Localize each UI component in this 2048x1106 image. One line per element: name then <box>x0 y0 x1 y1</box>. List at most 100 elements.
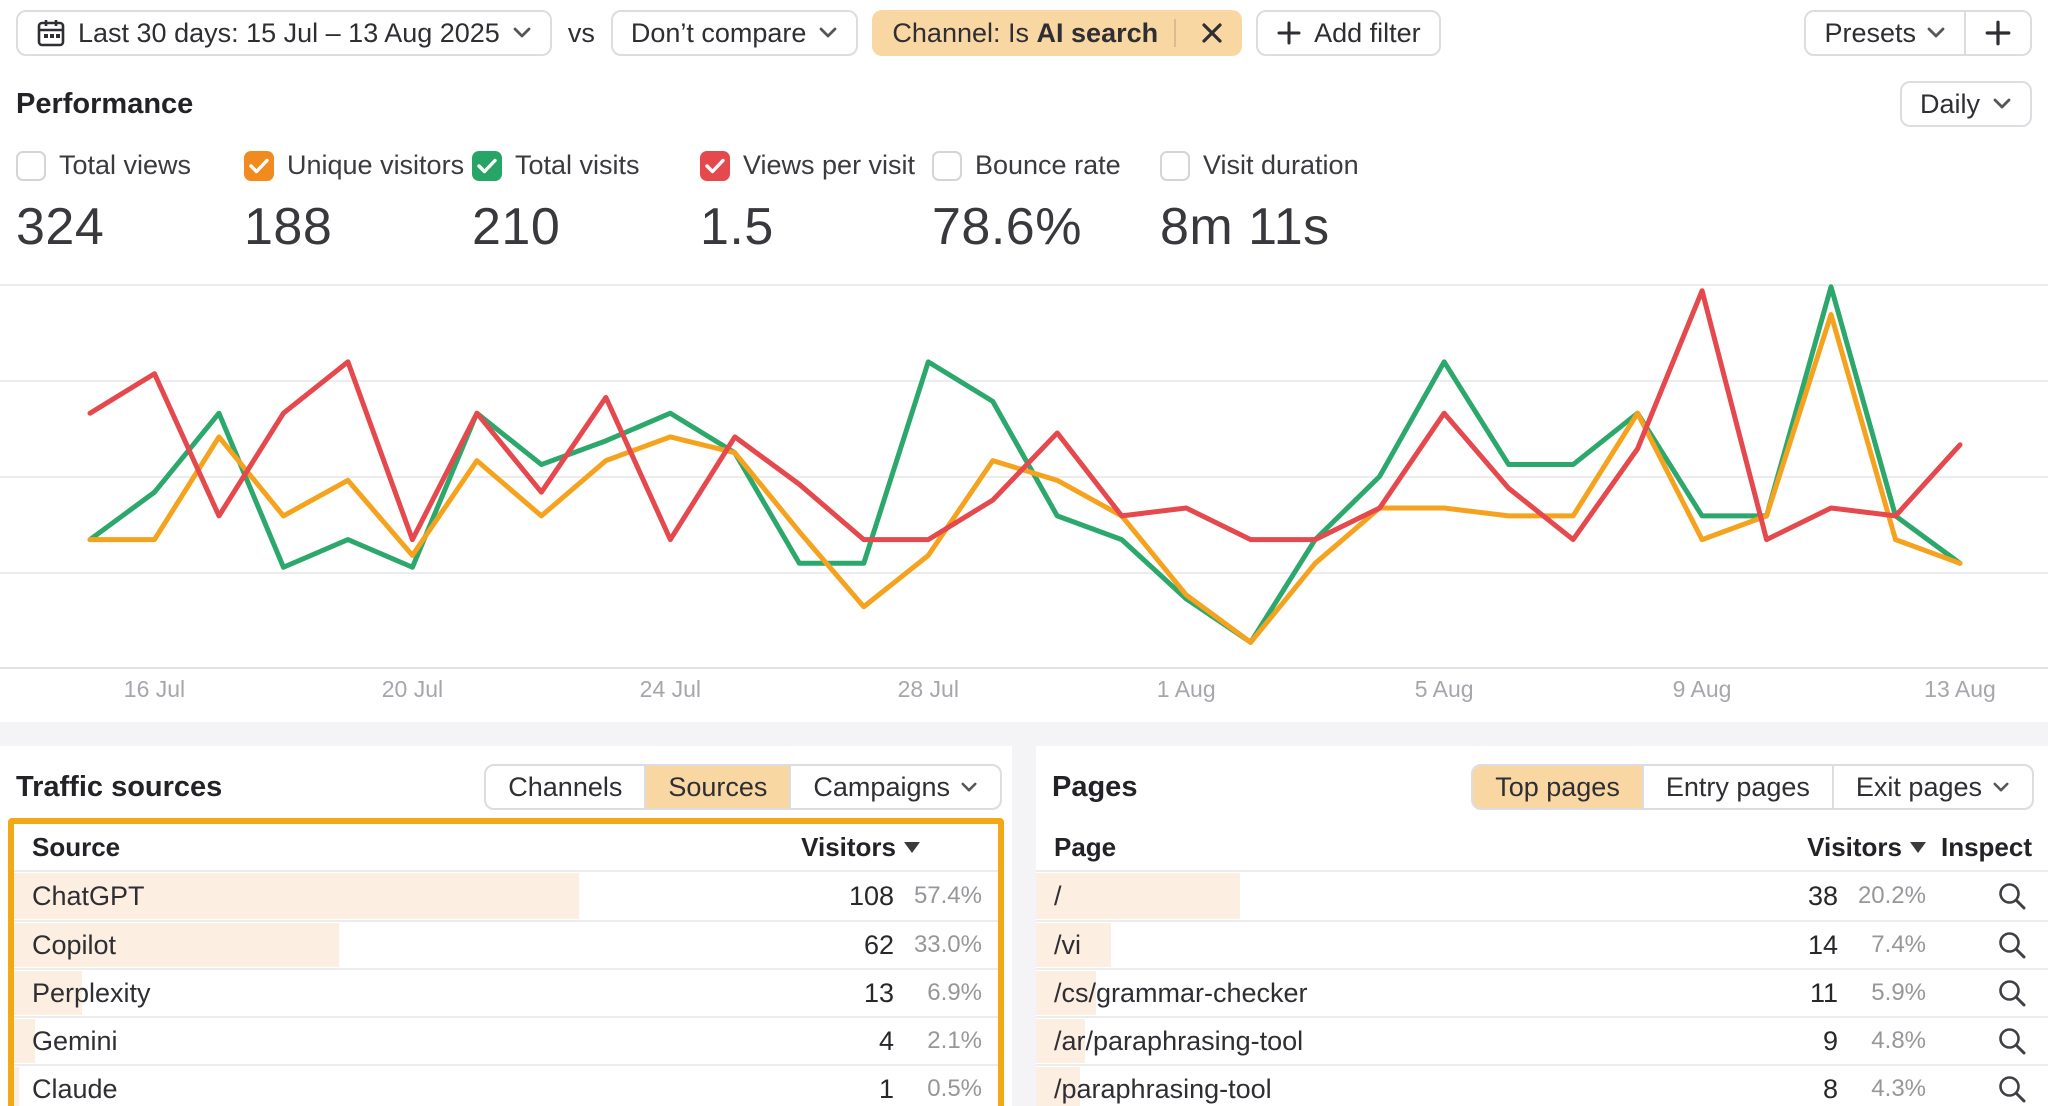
metric-label: Total views <box>59 150 191 181</box>
chevron-down-icon <box>1926 26 1946 40</box>
row-percent: 57.4% <box>894 882 982 910</box>
x-tick-label: 1 Aug <box>1116 676 1256 703</box>
tab-channels[interactable]: Channels <box>486 766 644 808</box>
chevron-down-icon <box>1992 97 2012 111</box>
table-row[interactable]: /cs/grammar-checker115.9% <box>1036 968 2048 1016</box>
pages-header: Pages Top pages Entry pages Exit pages <box>1036 746 2048 810</box>
vs-label: vs <box>566 18 597 49</box>
metric-label: Views per visit <box>743 150 915 181</box>
metric-label: Bounce rate <box>975 150 1121 181</box>
checkbox-checked[interactable] <box>472 151 502 181</box>
inspect-button[interactable] <box>1992 925 2032 965</box>
row-percent: 4.8% <box>1838 1027 1926 1055</box>
row-name: Copilot <box>32 930 814 961</box>
remove-filter-button[interactable] <box>1192 13 1232 53</box>
row-name: ChatGPT <box>32 881 814 912</box>
table-row[interactable]: Copilot6233.0% <box>14 920 998 968</box>
row-percent: 5.9% <box>1838 979 1926 1007</box>
metric-label: Unique visitors <box>287 150 464 181</box>
metric-toggle-total-views[interactable]: Total views 324 <box>16 150 242 257</box>
row-percent: 33.0% <box>894 931 982 959</box>
presets-label: Presets <box>1824 18 1916 49</box>
traffic-sources-rows: ChatGPT10857.4%Copilot6233.0%Perplexity1… <box>14 872 998 1106</box>
compare-button[interactable]: Don’t compare <box>611 10 859 56</box>
table-row[interactable]: /3820.2% <box>1036 872 2048 920</box>
performance-header: Performance Daily <box>16 80 2032 128</box>
channel-filter-chip[interactable]: Channel: Is AI search <box>872 10 1242 56</box>
performance-chart <box>0 258 2048 670</box>
filter-bar: Last 30 days: 15 Jul – 13 Aug 2025 vs Do… <box>16 10 2032 56</box>
checkbox-checked[interactable] <box>244 151 274 181</box>
metric-value: 78.6% <box>932 197 1158 257</box>
row-share-bar <box>14 1067 19 1106</box>
x-tick-label: 24 Jul <box>600 676 740 703</box>
inspect-button[interactable] <box>1992 1021 2032 1061</box>
table-row[interactable]: /vi147.4% <box>1036 920 2048 968</box>
topbar-right: Presets <box>1804 10 2032 56</box>
table-row[interactable]: Gemini42.1% <box>14 1016 998 1064</box>
table-row[interactable]: Claude10.5% <box>14 1064 998 1106</box>
presets-split-button: Presets <box>1804 10 2032 56</box>
table-row[interactable]: ChatGPT10857.4% <box>14 872 998 920</box>
inspect-button[interactable] <box>1992 973 2032 1013</box>
row-visitors: 13 <box>814 978 894 1009</box>
traffic-sources-panel: Traffic sources Channels Sources Campaig… <box>0 746 1012 1106</box>
row-visitors: 11 <box>1758 978 1838 1009</box>
row-name: Perplexity <box>32 978 814 1009</box>
date-range-button[interactable]: Last 30 days: 15 Jul – 13 Aug 2025 <box>16 10 552 56</box>
tab-exit-pages[interactable]: Exit pages <box>1832 766 2032 808</box>
metric-toggle-visit-duration[interactable]: Visit duration8m 11s <box>1160 150 1386 257</box>
pages-panel: Pages Top pages Entry pages Exit pages P… <box>1036 746 2048 1106</box>
chevron-down-icon <box>512 26 532 40</box>
metric-toggle-views-per-visit[interactable]: Views per visit 1.5 <box>700 150 926 257</box>
column-inspect: Inspect <box>1926 832 2032 863</box>
new-preset-button[interactable] <box>1964 12 2030 54</box>
table-row[interactable]: /paraphrasing-tool84.3% <box>1036 1064 2048 1106</box>
checkbox-unchecked[interactable] <box>932 151 962 181</box>
inspect-button[interactable] <box>1992 876 2032 916</box>
tab-top-pages[interactable]: Top pages <box>1473 766 1642 808</box>
metric-toggle-bounce-rate[interactable]: Bounce rate 78.6% <box>932 150 1158 257</box>
chip-divider <box>1174 19 1176 47</box>
row-name: Claude <box>32 1074 814 1105</box>
tab-sources[interactable]: Sources <box>644 766 789 808</box>
close-icon <box>1200 21 1224 45</box>
column-visitors-sort[interactable]: Visitors <box>1116 832 1926 863</box>
checkbox-unchecked[interactable] <box>16 151 46 181</box>
add-filter-button[interactable]: Add filter <box>1256 10 1441 56</box>
x-tick-label: 9 Aug <box>1632 676 1772 703</box>
pages-rows: /3820.2%/vi147.4%/cs/grammar-checker115.… <box>1036 872 2048 1106</box>
tab-campaigns[interactable]: Campaigns <box>789 766 1000 808</box>
x-tick-label: 20 Jul <box>342 676 482 703</box>
row-name: /ar/paraphrasing-tool <box>1054 1026 1758 1057</box>
column-visitors-sort[interactable]: Visitors <box>120 832 920 863</box>
presets-button[interactable]: Presets <box>1806 12 1964 54</box>
checkbox-checked[interactable] <box>700 151 730 181</box>
row-visitors: 38 <box>1758 881 1838 912</box>
add-filter-label: Add filter <box>1314 18 1421 49</box>
metric-toggle-unique-visitors[interactable]: Unique visitors188 <box>244 150 470 257</box>
column-source: Source <box>32 832 120 863</box>
check-icon <box>249 158 269 174</box>
metric-value: 8m 11s <box>1160 197 1386 257</box>
metric-value: 1.5 <box>700 197 926 257</box>
row-percent: 20.2% <box>1838 882 1926 910</box>
inspect-button[interactable] <box>1992 1069 2032 1106</box>
chevron-down-icon <box>818 26 838 40</box>
check-icon <box>705 158 725 174</box>
row-visitors: 8 <box>1758 1074 1838 1105</box>
table-row[interactable]: Perplexity136.9% <box>14 968 998 1016</box>
metric-value: 324 <box>16 197 242 257</box>
x-tick-label: 16 Jul <box>84 676 224 703</box>
metric-toggle-total-visits[interactable]: Total visits210 <box>472 150 698 257</box>
row-name: Gemini <box>32 1026 814 1057</box>
checkbox-unchecked[interactable] <box>1160 151 1190 181</box>
magnifier-icon <box>1996 1025 2028 1057</box>
interval-label: Daily <box>1920 89 1980 120</box>
row-percent: 4.3% <box>1838 1075 1926 1103</box>
pages-table: Page Visitors Inspect /3820.2%/vi147.4%/… <box>1036 824 2048 1106</box>
interval-button[interactable]: Daily <box>1900 81 2032 127</box>
metrics-row: Total views324Unique visitors188Total vi… <box>0 150 2048 250</box>
table-row[interactable]: /ar/paraphrasing-tool94.8% <box>1036 1016 2048 1064</box>
tab-entry-pages[interactable]: Entry pages <box>1642 766 1832 808</box>
